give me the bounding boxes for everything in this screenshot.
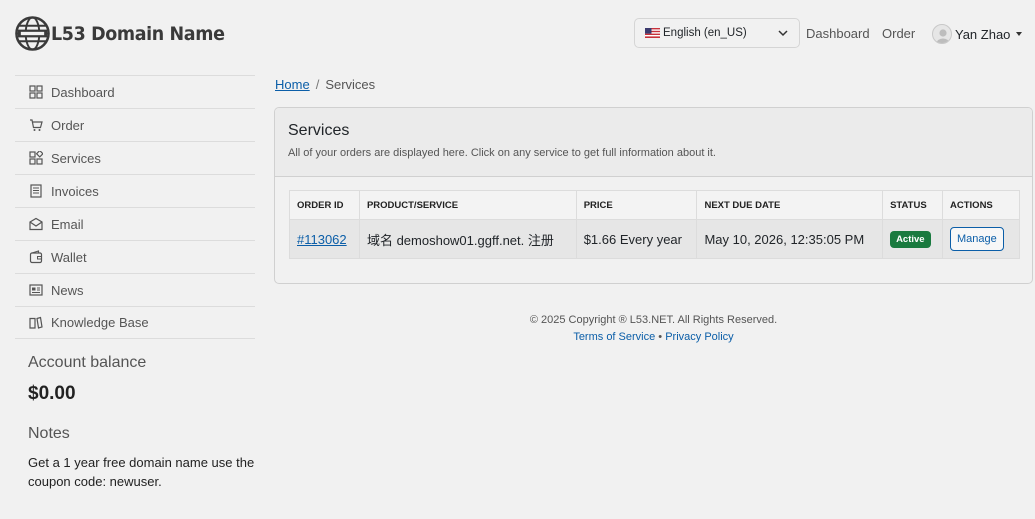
- col-actions: ACTIONS: [942, 190, 1020, 220]
- avatar-icon: [932, 24, 952, 44]
- terms-link[interactable]: Terms of Service: [573, 331, 655, 343]
- globe-logo-icon: [15, 16, 50, 51]
- price-cell: $1.66 Every year: [575, 219, 698, 259]
- chevron-down-icon: [778, 30, 788, 37]
- status-cell: Active: [882, 219, 944, 259]
- sidebar-item-invoices[interactable]: Invoices: [15, 174, 255, 207]
- table-row[interactable]: #113062 域名 demoshow01.ggff.net. 注册 $1.66…: [289, 219, 1020, 259]
- breadcrumb-current: Services: [325, 77, 376, 92]
- breadcrumb-separator: /: [315, 77, 320, 92]
- sidebar-item-order[interactable]: Order: [15, 108, 255, 141]
- status-badge: Active: [890, 231, 931, 248]
- us-flag-icon: [645, 28, 660, 38]
- actions-cell: Manage: [942, 219, 1020, 259]
- services-icon: [29, 151, 43, 165]
- col-status: STATUS: [882, 190, 944, 220]
- user-name: Yan Zhao: [955, 26, 1011, 42]
- copyright-text: © 2025 Copyright ® L53.NET. All Rights R…: [529, 314, 778, 326]
- news-icon: [29, 284, 43, 296]
- breadcrumb: Home / Services: [275, 77, 375, 92]
- services-title: Services: [288, 122, 350, 139]
- sidebar-item-label: Invoices: [51, 183, 99, 199]
- privacy-link[interactable]: Privacy Policy: [665, 331, 733, 343]
- account-balance-label: Account balance: [28, 354, 147, 371]
- sidebar-item-label: Wallet: [51, 249, 87, 265]
- top-navbar: L53 Domain Name English (en_US) Dashboar…: [0, 0, 1035, 66]
- order-id-cell: #113062: [289, 219, 360, 259]
- notes-label: Notes: [28, 425, 70, 442]
- dashboard-icon: [29, 85, 43, 99]
- sidebar-item-wallet[interactable]: Wallet: [15, 240, 255, 273]
- sidebar-item-label: News: [51, 282, 84, 298]
- sidebar-item-label: Services: [51, 150, 101, 166]
- col-order-id: ORDER ID: [289, 190, 360, 220]
- book-icon: [29, 316, 43, 329]
- services-card: Services All of your orders are displaye…: [274, 107, 1033, 284]
- table-header-row: ORDER ID PRODUCT/SERVICE PRICE NEXT DUE …: [289, 190, 1020, 220]
- cart-icon: [30, 119, 43, 131]
- invoice-icon: [30, 184, 42, 198]
- notes-text: Get a 1 year free domain name use the co…: [28, 455, 255, 489]
- sidebar-nav: Dashboard Order Services Invoices Email: [15, 75, 255, 339]
- sidebar-item-knowledge-base[interactable]: Knowledge Base: [15, 306, 255, 339]
- sidebar-item-label: Dashboard: [51, 84, 115, 100]
- account-balance-value: $0.00: [28, 383, 76, 404]
- language-select[interactable]: English (en_US): [634, 18, 800, 48]
- breadcrumb-home-link[interactable]: Home: [275, 77, 310, 92]
- sidebar-item-news[interactable]: News: [15, 273, 255, 306]
- product-cell: 域名 demoshow01.ggff.net. 注册: [358, 219, 577, 259]
- col-next-due: NEXT DUE DATE: [696, 190, 884, 220]
- col-product: PRODUCT/SERVICE: [358, 190, 577, 220]
- user-menu[interactable]: Yan Zhao: [932, 24, 1023, 44]
- sidebar-item-label: Order: [51, 117, 85, 133]
- sidebar-item-label: Knowledge Base: [51, 315, 149, 330]
- email-icon: [29, 217, 43, 231]
- services-table: ORDER ID PRODUCT/SERVICE PRICE NEXT DUE …: [289, 190, 1020, 259]
- sidebar-item-label: Email: [51, 216, 84, 232]
- footer-bullet: •: [658, 331, 663, 343]
- services-subtitle: All of your orders are displayed here. C…: [288, 147, 716, 159]
- nav-order-link[interactable]: Order: [882, 26, 915, 41]
- sidebar-item-email[interactable]: Email: [15, 207, 255, 240]
- manage-button[interactable]: Manage: [950, 227, 1004, 251]
- caret-down-icon: [1016, 32, 1023, 36]
- col-price: PRICE: [575, 190, 698, 220]
- brand-name: L53 Domain Name: [51, 22, 225, 45]
- brand-logo[interactable]: L53 Domain Name: [15, 16, 240, 51]
- sidebar-item-dashboard[interactable]: Dashboard: [15, 75, 255, 108]
- footer: © 2025 Copyright ® L53.NET. All Rights R…: [274, 312, 1033, 346]
- wallet-icon: [29, 250, 43, 264]
- language-label: English (en_US): [663, 27, 747, 39]
- next-due-cell: May 10, 2026, 12:35:05 PM: [696, 219, 884, 259]
- sidebar-item-services[interactable]: Services: [15, 141, 255, 174]
- order-id-link[interactable]: #113062: [297, 232, 347, 247]
- nav-dashboard-link[interactable]: Dashboard: [806, 26, 870, 41]
- services-card-header: Services All of your orders are displaye…: [275, 108, 1032, 177]
